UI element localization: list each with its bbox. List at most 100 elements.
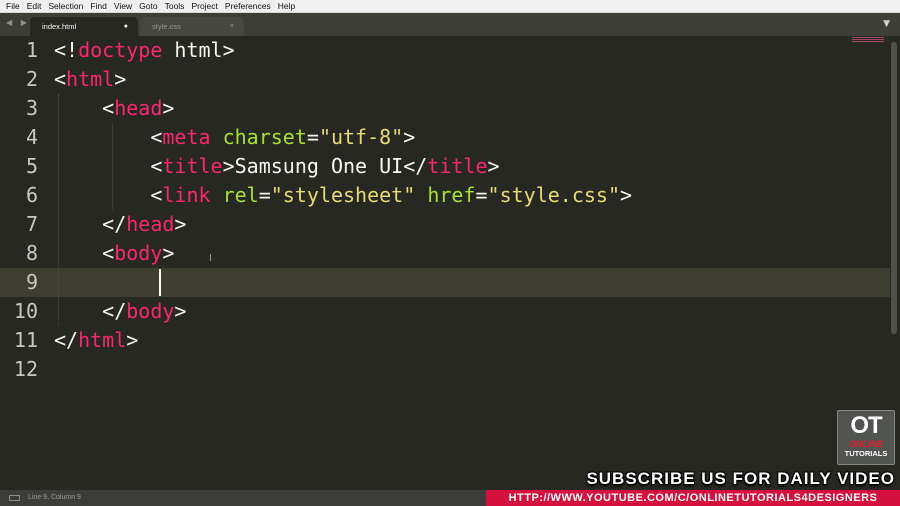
code-string: "utf-8" <box>318 125 404 149</box>
tab-style-css[interactable]: style.css × <box>140 17 244 36</box>
code-line: </html> <box>54 326 138 355</box>
code-attribute: charset <box>222 125 307 149</box>
menu-file[interactable]: File <box>6 1 20 11</box>
text-cursor <box>159 269 161 296</box>
code-tag: body <box>126 299 175 323</box>
menu-selection[interactable]: Selection <box>48 1 83 11</box>
code-line: <meta charset="utf-8"> <box>54 123 415 152</box>
code-text: > <box>174 212 187 236</box>
code-text: = <box>306 125 319 149</box>
minimap[interactable] <box>852 36 884 50</box>
code-tag: head <box>126 212 175 236</box>
code-line: </head> <box>54 210 186 239</box>
code-text: > <box>174 299 187 323</box>
line-number: 2 <box>25 67 38 91</box>
code-attribute: href <box>427 183 476 207</box>
code-text: > <box>162 96 175 120</box>
code-tag: doctype <box>78 38 163 62</box>
code-text: html> <box>162 38 235 62</box>
logo-online: ONLINE <box>848 439 883 449</box>
tab-bar: ◀ ▶ index.html ● style.css × ▼ <box>0 13 900 36</box>
code-tag: link <box>162 183 211 207</box>
menu-preferences[interactable]: Preferences <box>225 1 271 11</box>
code-text: < <box>54 183 163 207</box>
code-tag: body <box>114 241 163 265</box>
code-text: < <box>54 96 115 120</box>
subscribe-banner: SUBSCRIBE US FOR DAILY VIDEO <box>586 469 895 488</box>
code-text: > <box>126 328 139 352</box>
code-string: "style.css" <box>487 183 620 207</box>
line-number: 6 <box>25 183 38 207</box>
line-number: 11 <box>13 328 38 352</box>
cursor-position: Line 9, Column 9 <box>28 494 81 501</box>
code-text: </ <box>54 299 127 323</box>
panel-toggle-icon[interactable] <box>9 495 20 501</box>
code-line: <link rel="stylesheet" href="style.css"> <box>54 181 632 210</box>
line-number: 5 <box>25 154 38 178</box>
code-text: < <box>54 154 163 178</box>
unsaved-dot-icon[interactable]: ● <box>124 23 128 30</box>
code-tag: meta <box>162 125 211 149</box>
tab-menu-chevron-down-icon[interactable]: ▼ <box>883 19 890 29</box>
line-number: 4 <box>25 125 38 149</box>
code-line: </body> <box>54 297 186 326</box>
line-number: 8 <box>25 241 38 265</box>
line-number: 10 <box>13 299 38 323</box>
line-number: 12 <box>13 357 38 381</box>
tab-label: index.html <box>42 22 77 31</box>
close-icon[interactable]: × <box>230 23 234 30</box>
menu-view[interactable]: View <box>114 1 132 11</box>
code-text: = <box>258 183 271 207</box>
code-line: <title>Samsung One UI</title> <box>54 152 500 181</box>
code-attribute: rel <box>222 183 259 207</box>
code-text: > <box>619 183 633 207</box>
code-editor[interactable]: I 1 2 3 4 5 6 7 8 9 10 11 12 <!doctype html> <html> <… <box>0 36 900 490</box>
code-tag: html <box>66 67 115 91</box>
code-text: > <box>403 125 416 149</box>
channel-logo: OT ONLINE TUTORIALS <box>837 410 895 465</box>
code-text: = <box>475 183 488 207</box>
menu-find[interactable]: Find <box>90 1 107 11</box>
code-text: <! <box>54 38 79 62</box>
code-text: < <box>54 241 115 265</box>
menu-tools[interactable]: Tools <box>165 1 185 11</box>
scrollbar-thumb[interactable] <box>891 42 897 334</box>
menu-help[interactable]: Help <box>278 1 295 11</box>
current-line-highlight <box>0 268 890 297</box>
code-string: "stylesheet" <box>270 183 416 207</box>
code-tag: head <box>114 96 163 120</box>
code-line: <head> <box>54 94 174 123</box>
logo-tutorials: TUTORIALS <box>844 449 888 458</box>
tab-label: style.css <box>152 22 181 31</box>
code-tag: html <box>78 328 127 352</box>
menu-edit[interactable]: Edit <box>27 1 42 11</box>
code-text: >Samsung One UI</ <box>222 154 428 178</box>
code-text: < <box>54 67 67 91</box>
code-line: <body> <box>54 239 174 268</box>
channel-url-banner: HTTP://WWW.YOUTUBE.COM/C/ONLINETUTORIALS… <box>486 490 900 506</box>
code-line: <!doctype html> <box>54 36 235 65</box>
code-text: > <box>162 241 175 265</box>
line-number: 1 <box>25 38 38 62</box>
code-text: > <box>114 67 127 91</box>
tab-index-html[interactable]: index.html ● <box>30 17 138 36</box>
tab-scroll-arrows-icon[interactable]: ◀ ▶ <box>6 18 30 27</box>
code-text: </ <box>54 212 127 236</box>
code-tag: title <box>427 154 488 178</box>
line-number: 9 <box>25 270 38 294</box>
logo-initials: OT <box>850 412 882 439</box>
menu-project[interactable]: Project <box>191 1 217 11</box>
ibeam-cursor-icon: I <box>209 253 212 264</box>
code-text: </ <box>54 328 79 352</box>
menu-bar: File Edit Selection Find View Goto Tools… <box>0 0 900 13</box>
code-text: > <box>487 154 500 178</box>
code-tag: title <box>162 154 223 178</box>
menu-goto[interactable]: Goto <box>139 1 157 11</box>
code-text: < <box>54 125 163 149</box>
code-line: <html> <box>54 65 126 94</box>
line-number: 3 <box>25 96 38 120</box>
line-number: 7 <box>25 212 38 236</box>
